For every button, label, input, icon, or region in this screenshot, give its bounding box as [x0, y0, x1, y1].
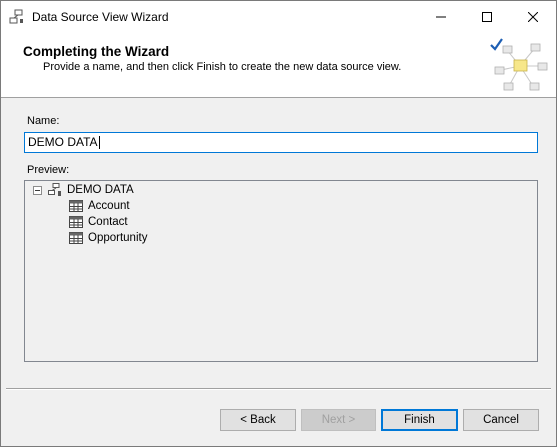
tree-item-opportunity[interactable]: Opportunity [69, 230, 147, 246]
maximize-button[interactable] [464, 1, 510, 32]
table-icon [69, 200, 83, 212]
minimize-button[interactable] [418, 1, 464, 32]
close-button[interactable] [510, 1, 556, 32]
tree-item-label: Contact [88, 216, 128, 228]
text-caret [98, 136, 100, 149]
cancel-button[interactable]: Cancel [463, 409, 539, 431]
close-icon [528, 11, 538, 22]
tree-item-label: Account [88, 200, 130, 212]
collapse-toggle[interactable] [33, 186, 42, 195]
preview-label: Preview: [27, 164, 70, 176]
wizard-window: Data Source View Wizard Completing the W… [0, 0, 557, 447]
tree-root-node[interactable]: DEMO DATA [48, 182, 134, 198]
name-label: Name: [27, 115, 60, 127]
name-input-value: DEMO DATA [28, 135, 98, 149]
table-icon [69, 216, 83, 228]
maximize-icon [482, 11, 492, 22]
page-description: Provide a name, and then click Finish to… [43, 61, 402, 73]
page-title: Completing the Wizard [23, 44, 170, 59]
name-input[interactable]: DEMO DATA [24, 132, 538, 153]
window-title: Data Source View Wizard [32, 10, 169, 24]
minimize-icon [436, 16, 446, 17]
wizard-header: Completing the Wizard Provide a name, an… [1, 32, 556, 98]
back-button[interactable]: < Back [220, 409, 296, 431]
tree-item-contact[interactable]: Contact [69, 214, 128, 230]
finish-button[interactable]: Finish [381, 409, 458, 431]
table-icon [69, 232, 83, 244]
footer-divider [6, 388, 551, 390]
title-bar[interactable]: Data Source View Wizard [1, 1, 556, 32]
next-button[interactable]: Next > [301, 409, 376, 431]
data-source-view-icon [9, 9, 23, 24]
tree-root-label: DEMO DATA [67, 184, 134, 196]
tree-item-account[interactable]: Account [69, 198, 130, 214]
tree-item-label: Opportunity [88, 232, 148, 244]
wizard-graphic-icon [490, 38, 548, 91]
data-source-view-icon [48, 183, 61, 196]
preview-tree[interactable]: DEMO DATA Account Contact Opportunity [24, 180, 538, 362]
